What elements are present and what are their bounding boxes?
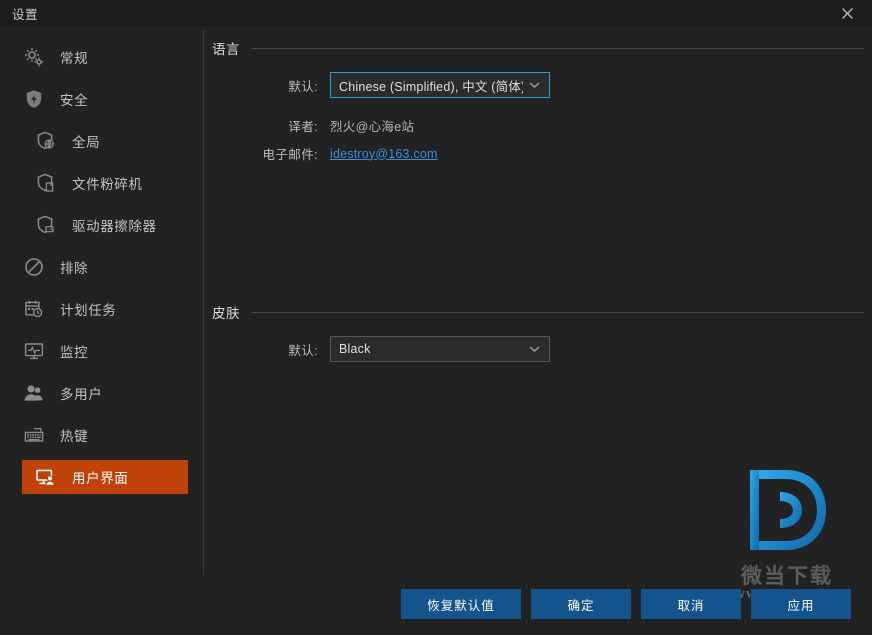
shield-globe-icon [34,129,58,153]
main-panel: 语言 默认: Chinese (Simplified), 中文 (简体) 译者:… [204,26,872,635]
language-select[interactable]: Chinese (Simplified), 中文 (简体) [330,72,550,98]
sidebar-item-label: 常规 [60,51,89,66]
shield-file-icon [34,171,58,195]
language-section-title: 语言 [212,42,240,57]
section-rule [252,311,864,313]
ok-button[interactable]: 确定 [531,589,631,619]
sidebar-item-label: 排除 [60,261,89,276]
users-icon [22,381,46,405]
sidebar-item-drive-wiper[interactable]: 驱动器擦除器 [34,208,188,242]
sidebar-item-label: 安全 [60,93,89,108]
skin-section-header: 皮肤 [212,302,864,322]
monitor-user-icon [34,465,58,489]
sidebar-item-exclusions[interactable]: 排除 [22,250,188,284]
sidebar-item-label: 全局 [72,135,101,150]
email-link[interactable]: idestroy@163.com [330,147,438,161]
window-title: 设置 [12,8,39,22]
translator-row: 译者: 烈火@心海e站 [246,116,414,135]
calendar-clock-icon [22,297,46,321]
email-row: 电子邮件: idestroy@163.com [246,144,438,163]
restore-defaults-button[interactable]: 恢复默认值 [401,589,521,619]
sidebar-item-label: 用户界面 [72,471,129,486]
cancel-button[interactable]: 取消 [641,589,741,619]
skin-select-value: Black [339,342,371,356]
title-bar: 设置 [0,0,872,26]
settings-window: 设置 常规 安全 全局 文件粉碎机 驱动器擦除器 排除 计划任务 监控 多用户 … [0,0,872,635]
translator-label: 译者: [288,120,318,134]
section-rule [252,47,864,49]
sidebar-item-label: 监控 [60,345,89,360]
sidebar: 常规 安全 全局 文件粉碎机 驱动器擦除器 排除 计划任务 监控 多用户 热键 … [0,26,203,635]
sidebar-item-scheduled-tasks[interactable]: 计划任务 [22,292,188,326]
footer-button-bar: 恢复默认值 确定 取消 应用 [0,583,872,635]
sidebar-item-user-interface[interactable]: 用户界面 [22,460,188,494]
sidebar-item-general[interactable]: 常规 [22,40,188,74]
keyboard-icon [22,423,46,447]
close-icon[interactable] [830,0,864,26]
language-section-header: 语言 [212,38,864,58]
sidebar-item-file-shredder[interactable]: 文件粉碎机 [34,166,188,200]
shield-drive-icon [34,213,58,237]
sidebar-item-label: 驱动器擦除器 [72,219,157,234]
email-label: 电子邮件: [262,148,318,162]
language-default-row: 默认: Chinese (Simplified), 中文 (简体) [274,72,550,98]
monitor-pulse-icon [22,339,46,363]
sidebar-item-hotkeys[interactable]: 热键 [22,418,188,452]
sidebar-item-label: 多用户 [60,387,103,402]
chevron-down-icon [529,82,540,89]
skin-default-row: 默认: Black [274,336,550,362]
sidebar-item-label: 计划任务 [60,303,117,318]
sidebar-item-monitoring[interactable]: 监控 [22,334,188,368]
no-entry-icon [22,255,46,279]
translator-value: 烈火@心海e站 [330,120,415,134]
sidebar-item-security[interactable]: 安全 [22,82,188,116]
shield-bolt-icon [22,87,46,111]
sidebar-item-global[interactable]: 全局 [34,124,188,158]
apply-button[interactable]: 应用 [751,589,851,619]
sidebar-item-label: 热键 [60,429,89,444]
language-select-value: Chinese (Simplified), 中文 (简体) [339,79,523,94]
skin-default-label: 默认: [288,343,318,358]
skin-section-title: 皮肤 [212,306,240,321]
gears-icon [22,45,46,69]
skin-select[interactable]: Black [330,336,550,362]
language-default-label: 默认: [288,79,318,94]
chevron-down-icon [529,346,540,353]
sidebar-item-multi-user[interactable]: 多用户 [22,376,188,410]
sidebar-item-label: 文件粉碎机 [72,177,143,192]
